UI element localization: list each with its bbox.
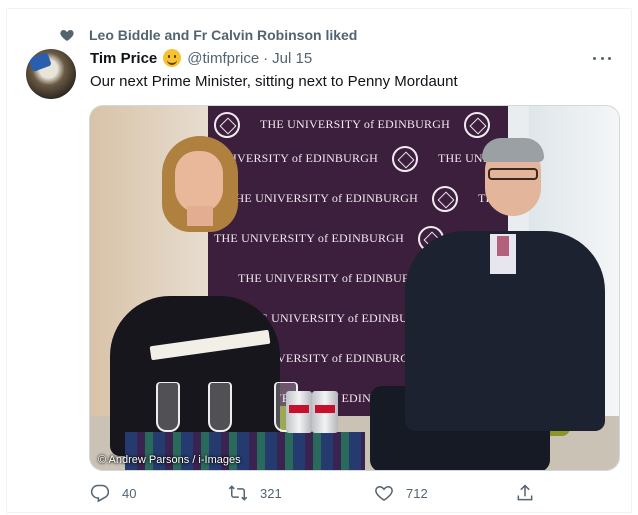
retweet-button[interactable]: 321 <box>228 483 282 503</box>
like-button[interactable]: 712 <box>374 483 428 503</box>
action-bar: 40 321 712 <box>90 483 540 505</box>
water-glass <box>208 382 232 432</box>
retweet-count: 321 <box>260 485 282 501</box>
woman-face <box>175 151 223 213</box>
social-context: Leo Biddle and Fr Calvin Robinson liked <box>59 27 357 43</box>
reply-count: 40 <box>122 485 137 501</box>
soda-can <box>286 391 312 433</box>
tweet-card[interactable]: Leo Biddle and Fr Calvin Robinson liked … <box>6 8 632 513</box>
retweet-icon <box>228 485 248 501</box>
heart-icon <box>60 30 74 41</box>
soda-can <box>312 391 338 433</box>
man-tie <box>497 236 509 256</box>
share-icon <box>517 484 533 501</box>
share-button[interactable] <box>515 483 547 503</box>
smiling-face-icon <box>163 49 182 67</box>
man-hair <box>482 138 544 162</box>
more-options-icon[interactable] <box>593 49 611 67</box>
tweet-photo[interactable]: THE UNIVERSITY of EDINBURGHTHE UNIVERSIT… <box>89 105 620 471</box>
avatar[interactable] <box>26 49 76 99</box>
woman-neck <box>187 206 213 226</box>
author-name[interactable]: Tim Price <box>90 50 157 67</box>
author-handle[interactable]: @timfprice <box>187 50 259 67</box>
glasses <box>488 168 538 180</box>
separator-dot: · <box>263 49 269 67</box>
like-heart-icon <box>375 485 393 501</box>
reply-button[interactable]: 40 <box>90 483 136 503</box>
like-count: 712 <box>406 485 428 501</box>
tweet-header: Tim Price @timfprice · Jul 15 <box>90 49 312 67</box>
photo-credit: © Andrew Parsons / i-Images <box>98 454 241 466</box>
social-context-text[interactable]: Leo Biddle and Fr Calvin Robinson liked <box>89 27 357 43</box>
tweet-date[interactable]: Jul 15 <box>272 50 312 67</box>
water-glass <box>156 382 180 432</box>
reply-icon <box>90 484 110 503</box>
tweet-text: Our next Prime Minister, sitting next to… <box>90 73 458 90</box>
